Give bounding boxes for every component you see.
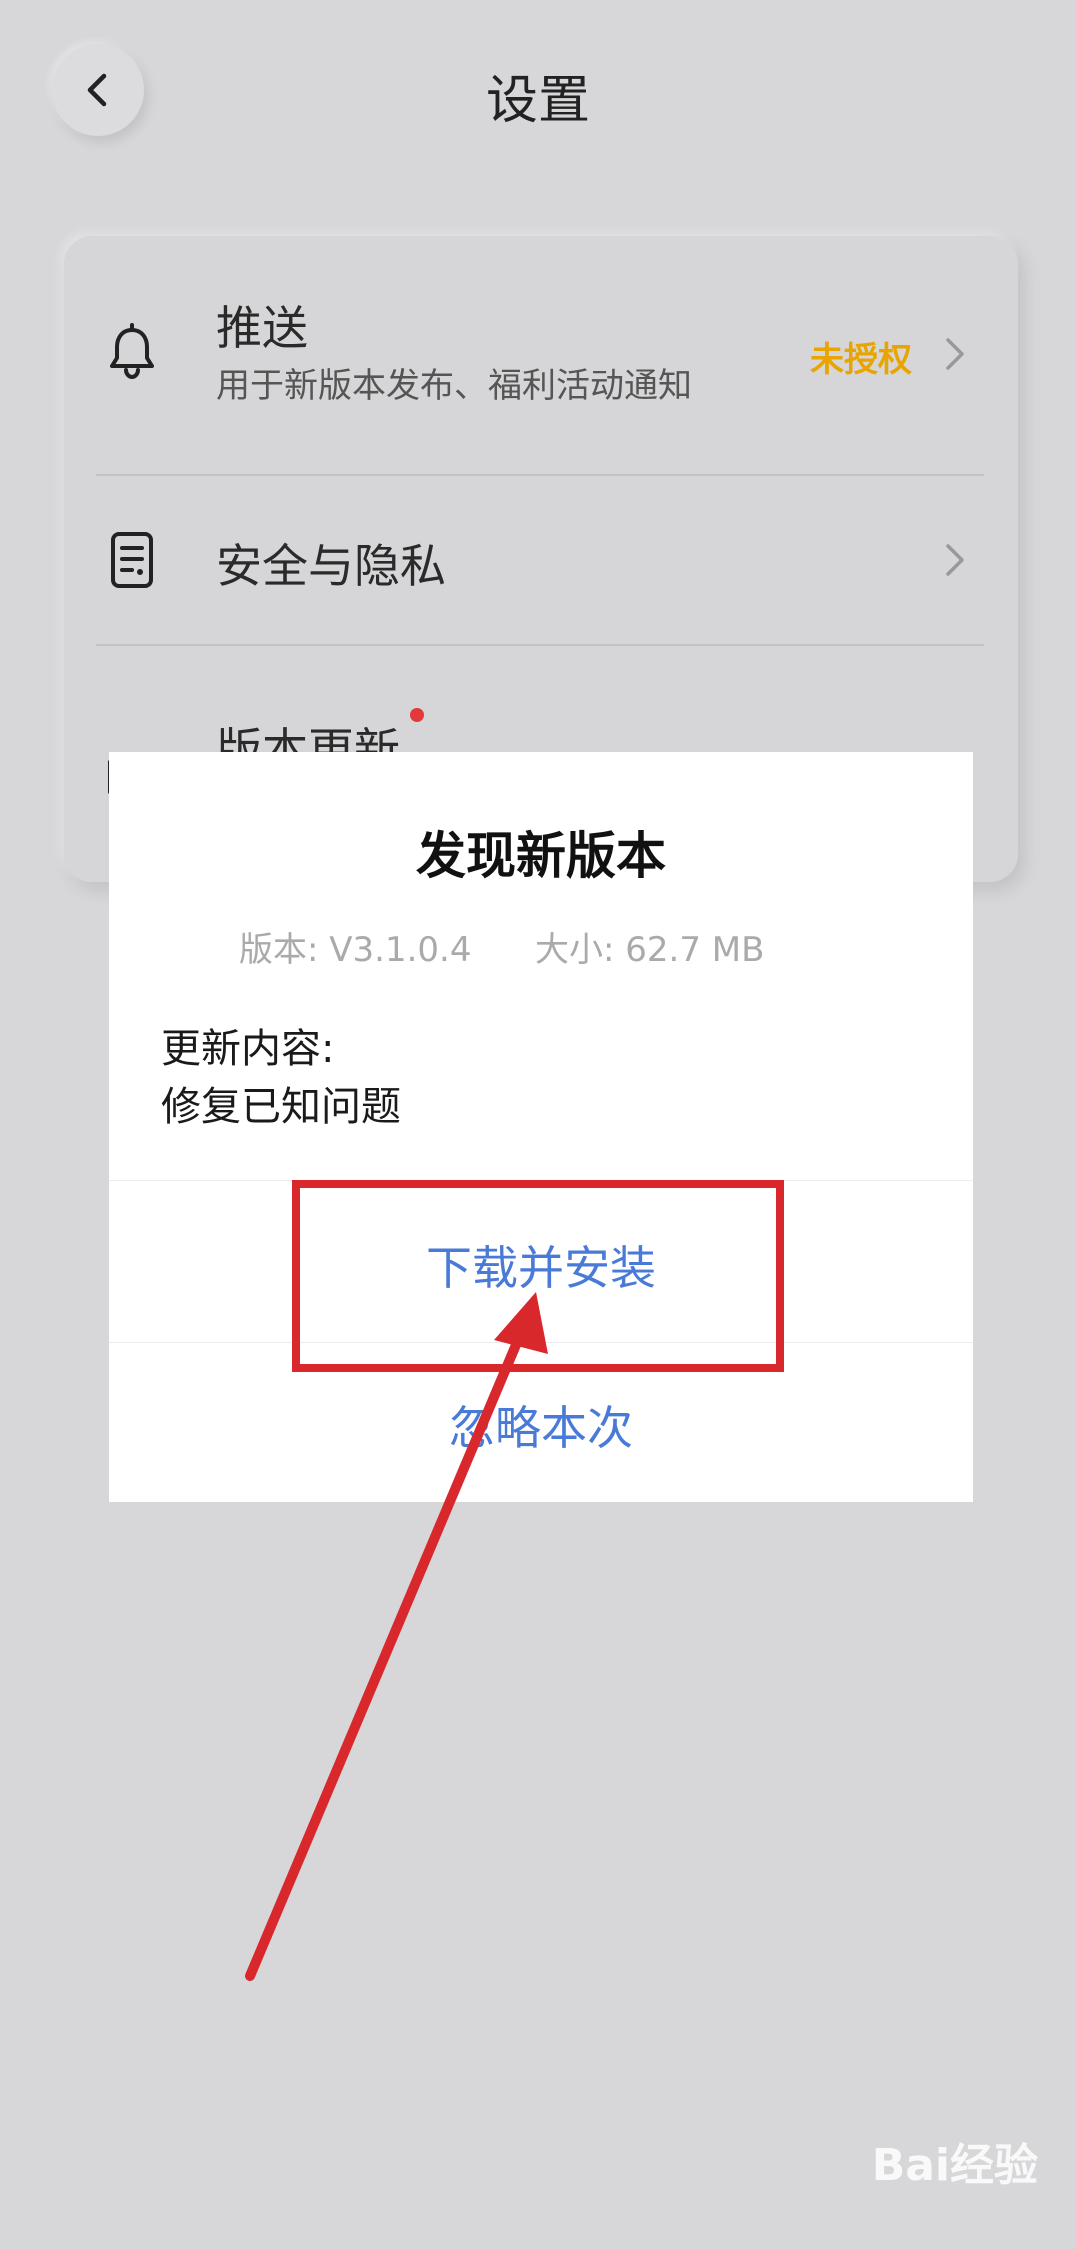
- settings-item-subtitle: 用于新版本发布、福利活动通知: [216, 366, 692, 406]
- ignore-button[interactable]: 忽略本次: [109, 1392, 973, 1458]
- settings-item-push[interactable]: 推送 用于新版本发布、福利活动通知 未授权: [64, 236, 1018, 474]
- chevron-right-icon: [944, 336, 966, 372]
- document-shield-icon: [102, 530, 162, 590]
- bell-icon: [102, 322, 162, 382]
- dialog-divider: [109, 1180, 973, 1181]
- size-info: 大小: 62.7 MB: [535, 930, 765, 970]
- dialog-title: 发现新版本: [416, 827, 666, 885]
- dialog-divider: [109, 1342, 973, 1343]
- settings-screen: 设置 推送 用于新版本发布、福利活动通知 未授权 安全与隐私 版本更新 发现新版…: [0, 0, 1076, 2249]
- version-info: 版本: V3.1.0.4: [239, 930, 472, 970]
- content-label: 更新内容:: [161, 1026, 335, 1072]
- chevron-right-icon: [944, 542, 966, 578]
- notification-dot: [410, 708, 424, 722]
- update-dialog: 发现新版本 版本: V3.1.0.4 大小: 62.7 MB 更新内容: 修复已…: [109, 752, 973, 1502]
- page-title: 设置: [485, 71, 590, 131]
- settings-item-title: 安全与隐私: [216, 539, 446, 593]
- watermark-logo: Bai经验: [871, 2140, 1038, 2191]
- settings-item-security[interactable]: 安全与隐私: [64, 476, 1018, 644]
- content-text: 修复已知问题: [161, 1084, 401, 1130]
- settings-item-title: 推送: [216, 301, 308, 355]
- status-badge: 未授权: [810, 340, 912, 380]
- download-install-button[interactable]: 下载并安装: [109, 1232, 973, 1298]
